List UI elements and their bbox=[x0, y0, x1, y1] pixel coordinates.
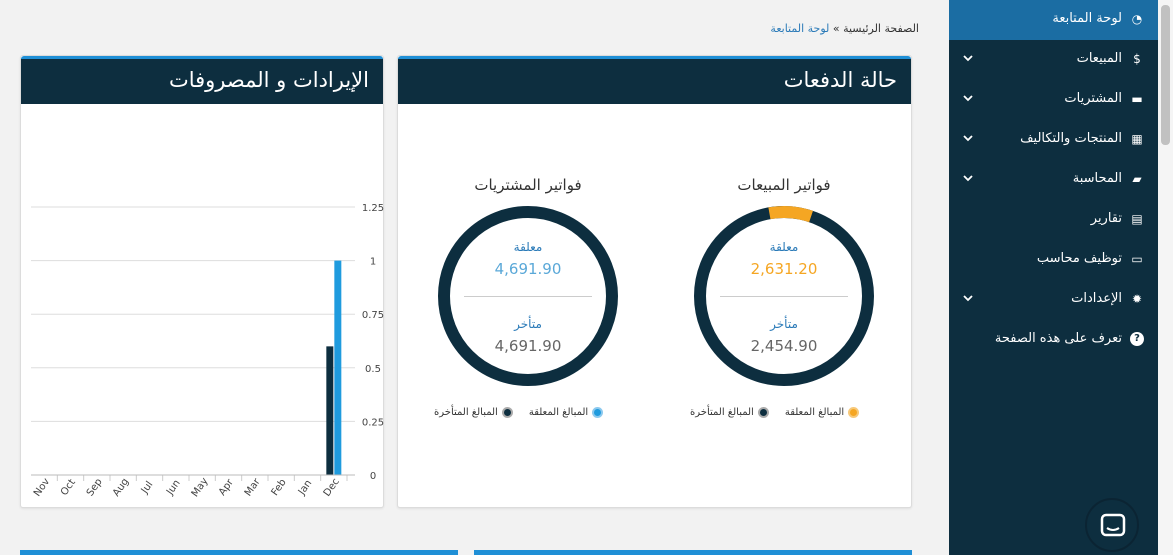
chevron-down-icon bbox=[963, 295, 973, 302]
x-tick-label: Dec bbox=[322, 476, 342, 498]
sidebar-item-label: المنتجات والتكاليف bbox=[1020, 131, 1122, 146]
chevron-down-icon bbox=[963, 55, 973, 62]
sidebar-item-1[interactable]: $ المبيعات bbox=[949, 40, 1158, 80]
payments-panel-title: حالة الدفعات bbox=[783, 68, 897, 92]
x-tick-label: Jan bbox=[296, 478, 314, 498]
bar-expenses-dec[interactable] bbox=[326, 346, 334, 475]
dollar-icon: $ bbox=[1133, 52, 1141, 66]
x-tick-label: Mar bbox=[243, 476, 263, 498]
document-icon: ▤ bbox=[1131, 212, 1143, 226]
purchases-open-value: 4,691.90 bbox=[494, 260, 562, 278]
y-tick-label: 0.25 bbox=[362, 417, 384, 428]
chevron-down-icon bbox=[963, 95, 973, 102]
bottom-panel-left-edge bbox=[20, 550, 458, 555]
sales-legend: المبالغ المعلقة المبالغ المتأخرة bbox=[690, 407, 860, 418]
purchases-legend: المبالغ المعلقة المبالغ المتأخرة bbox=[434, 407, 604, 418]
sidebar-item-2[interactable]: ▬ المشتريات bbox=[949, 80, 1158, 120]
chat-icon bbox=[1100, 513, 1126, 537]
x-tick-label: Feb bbox=[270, 477, 289, 498]
breadcrumb-current[interactable]: لوحة المتابعة bbox=[770, 22, 829, 35]
x-tick-label: Apr bbox=[217, 477, 236, 498]
breadcrumb-separator: » bbox=[832, 22, 840, 35]
purchases-legend-overdue[interactable]: المبالغ المتأخرة bbox=[434, 407, 498, 418]
sales-legend-open[interactable]: المبالغ المعلقة bbox=[785, 407, 844, 418]
dashboard-icon: ◔ bbox=[1131, 12, 1143, 26]
chevron-down-icon bbox=[963, 175, 973, 182]
x-tick-label: Jun bbox=[164, 478, 183, 498]
sidebar-item-label: توظيف محاسب bbox=[1036, 251, 1122, 266]
question-icon: ? bbox=[1130, 332, 1144, 346]
truck-icon: ▭ bbox=[1131, 252, 1143, 266]
purchases-overdue-value: 4,691.90 bbox=[494, 337, 562, 355]
sidebar-item-label: تقارير bbox=[1090, 211, 1122, 226]
legend-open-dot-icon bbox=[848, 407, 860, 418]
folder-open-icon: ▰ bbox=[1132, 172, 1142, 186]
sidebar-item-0[interactable]: ◔ لوحة المتابعة bbox=[949, 0, 1158, 40]
app-page: الصفحة الرئيسية » لوحة المتابعة حالة الد… bbox=[0, 0, 1173, 555]
sidebar-item-6[interactable]: ▭ توظيف محاسب bbox=[949, 240, 1158, 280]
sidebar-item-label: الإعدادات bbox=[1071, 291, 1122, 306]
y-tick-label: 0 bbox=[370, 471, 376, 482]
y-tick-label: 0.5 bbox=[365, 364, 381, 375]
sidebar-item-label: المحاسبة bbox=[1072, 171, 1122, 186]
sidebar-item-5[interactable]: ▤ تقارير bbox=[949, 200, 1158, 240]
sidebar-item-7[interactable]: ✹ الإعدادات bbox=[949, 280, 1158, 320]
sales-open-value: 2,631.20 bbox=[750, 260, 818, 278]
sales-invoices-donut[interactable]: معلقة 2,631.20 متأخر 2,454.90 bbox=[684, 196, 884, 396]
legend-open-dot-icon bbox=[592, 407, 604, 418]
cart-icon: ▬ bbox=[1131, 92, 1143, 106]
purchases-legend-open[interactable]: المبالغ المعلقة bbox=[529, 407, 588, 418]
income-expenses-bar-chart: 0 0.25 0.5 0.75 1 1.25 Dec Jan Feb Mar Apr May Jun Ju… bbox=[31, 203, 384, 499]
y-tick-label: 0.75 bbox=[362, 310, 384, 321]
sidebar-item-label: المبيعات bbox=[1076, 51, 1122, 66]
x-tick-label: May bbox=[190, 476, 211, 499]
x-tick-label: Oct bbox=[59, 477, 78, 498]
purchase-invoices-donut[interactable]: معلقة 4,691.90 متأخر 4,691.90 bbox=[428, 196, 628, 396]
income-panel-title: الإيرادات و المصروفات bbox=[168, 68, 369, 92]
sidebar: ◔ لوحة المتابعة $ المبيعات ▬ المشتريات ▦ المنتج… bbox=[949, 0, 1158, 555]
x-tick-label: Jul bbox=[139, 479, 156, 496]
sales-open-label: معلقة bbox=[769, 240, 799, 254]
x-tick-label: Aug bbox=[111, 476, 131, 498]
income-panel-header: الإيرادات و المصروفات bbox=[21, 56, 383, 104]
gear-icon: ✹ bbox=[1131, 292, 1143, 306]
sales-overdue-value: 2,454.90 bbox=[750, 337, 818, 355]
purchases-overdue-label: متأخر bbox=[514, 317, 542, 331]
legend-overdue-dot-icon bbox=[757, 407, 769, 418]
y-tick-label: 1.25 bbox=[362, 203, 384, 214]
purchases-open-label: معلقة bbox=[513, 240, 543, 254]
x-tick-label: Sep bbox=[85, 477, 105, 499]
bottom-panel-right-edge bbox=[474, 550, 912, 555]
sidebar-item-label: تعرف على هذه الصفحة bbox=[994, 331, 1122, 346]
purchase-invoices-title: فواتير المشتريات bbox=[474, 176, 582, 194]
sales-overdue-label: متأخر bbox=[770, 317, 798, 331]
scrollbar[interactable] bbox=[1158, 0, 1173, 555]
payments-panel-header: حالة الدفعات bbox=[398, 56, 911, 104]
y-tick-label: 1 bbox=[370, 257, 376, 268]
payments-status-panel: حالة الدفعات فواتير المبيعات معلقة 2,631… bbox=[397, 55, 912, 508]
sidebar-item-4[interactable]: ▰ المحاسبة bbox=[949, 160, 1158, 200]
sales-invoices-title: فواتير المبيعات bbox=[737, 176, 831, 194]
x-tick-label: Nov bbox=[32, 476, 52, 498]
breadcrumb-home[interactable]: الصفحة الرئيسية bbox=[843, 22, 919, 35]
legend-overdue-dot-icon bbox=[501, 407, 513, 418]
grid-icon: ▦ bbox=[1131, 132, 1143, 146]
main-content: الصفحة الرئيسية » لوحة المتابعة حالة الد… bbox=[0, 0, 949, 555]
sales-legend-overdue[interactable]: المبالغ المتأخرة bbox=[690, 407, 754, 418]
breadcrumb: الصفحة الرئيسية » لوحة المتابعة bbox=[770, 22, 919, 35]
sales-divider bbox=[720, 296, 848, 297]
sidebar-item-label: لوحة المتابعة bbox=[1052, 11, 1122, 26]
sidebar-item-8[interactable]: ? تعرف على هذه الصفحة bbox=[949, 320, 1158, 360]
bar-income-dec[interactable] bbox=[334, 260, 342, 475]
sidebar-item-label: المشتريات bbox=[1064, 91, 1122, 106]
scrollbar-thumb[interactable] bbox=[1161, 5, 1170, 145]
income-expenses-panel: الإيرادات و المصروفات 0 0.25 0.5 0.75 1 1.25 D… bbox=[20, 55, 384, 508]
sidebar-item-3[interactable]: ▦ المنتجات والتكاليف bbox=[949, 120, 1158, 160]
chevron-down-icon bbox=[963, 135, 973, 142]
chat-button[interactable] bbox=[1085, 498, 1139, 552]
purchases-divider bbox=[464, 296, 592, 297]
